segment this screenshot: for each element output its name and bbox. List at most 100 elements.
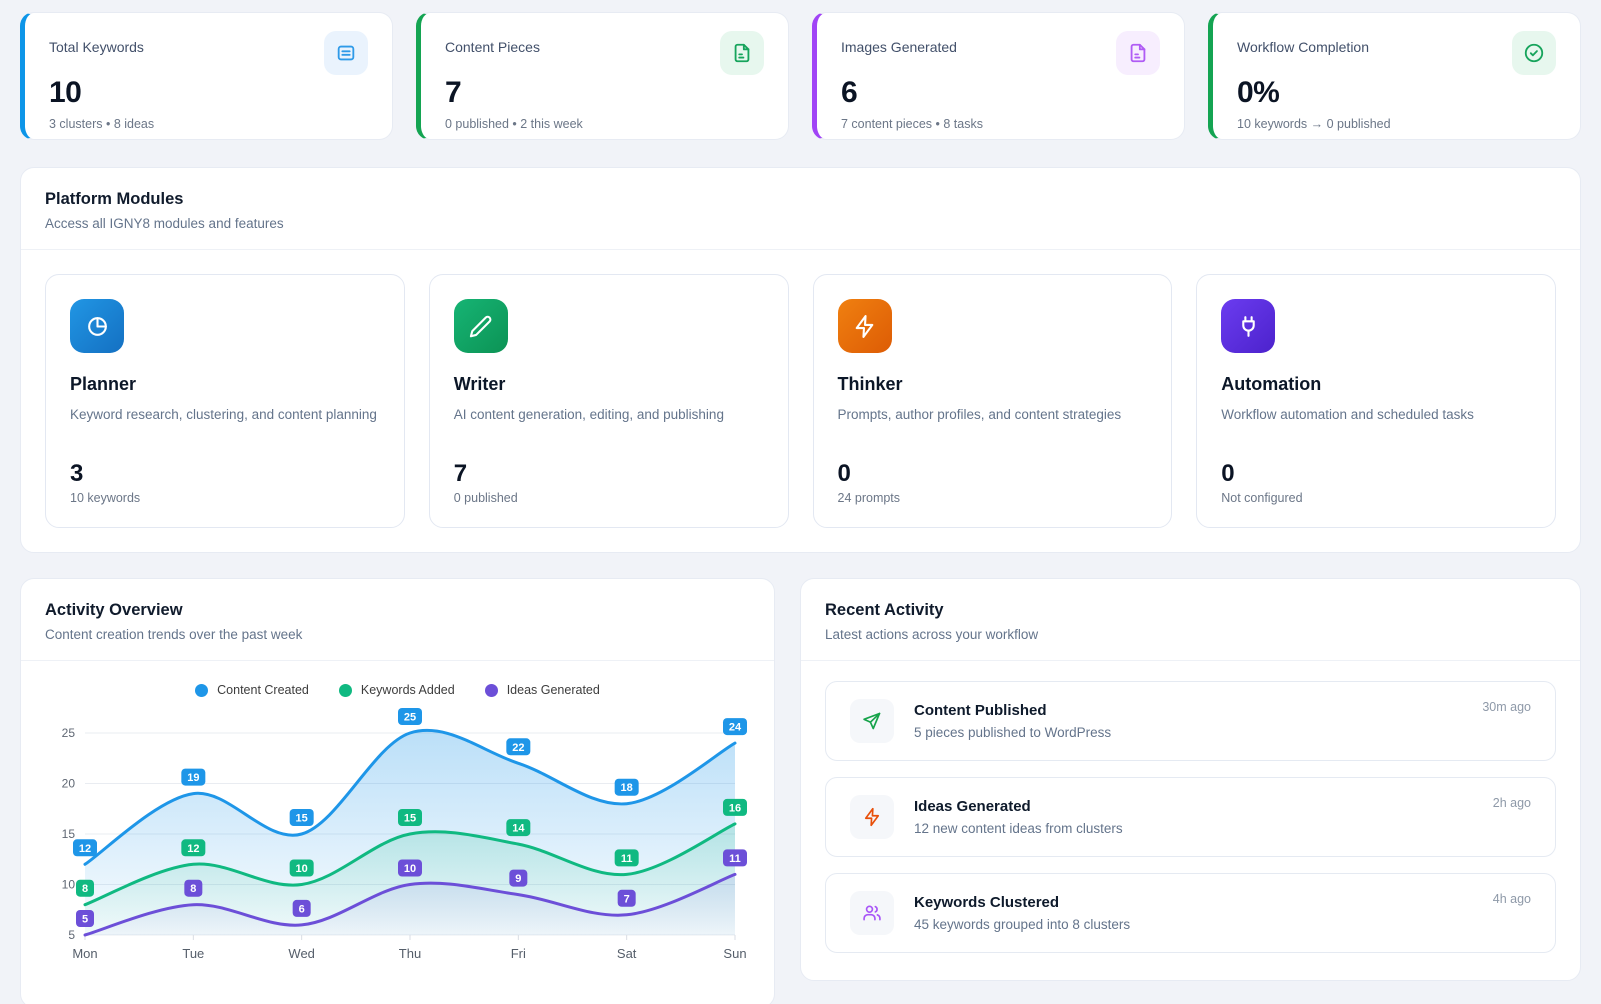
activity-item-content-published[interactable]: Content Published 5 pieces published to … (825, 681, 1556, 761)
module-description: Workflow automation and scheduled tasks (1221, 405, 1531, 447)
svg-text:7: 7 (624, 893, 630, 905)
stat-subtext: 3 clusters • 8 ideas (49, 117, 368, 131)
activity-item-ideas-generated[interactable]: Ideas Generated 12 new content ideas fro… (825, 777, 1556, 857)
legend-dot-icon (485, 684, 498, 697)
legend-item[interactable]: Content Created (195, 683, 309, 697)
svg-text:8: 8 (82, 883, 88, 895)
svg-text:10: 10 (404, 863, 416, 875)
stat-value: 0% (1237, 76, 1556, 110)
platform-modules-header: Platform Modules Access all IGNY8 module… (21, 168, 1580, 250)
module-title: Writer (454, 374, 764, 395)
module-subtext: 24 prompts (838, 491, 1148, 505)
stat-card-images-generated: Images Generated 6 7 content pieces • 8 … (812, 12, 1185, 140)
svg-text:24: 24 (729, 722, 742, 734)
svg-text:16: 16 (729, 802, 741, 814)
svg-text:Fri: Fri (511, 946, 526, 961)
legend-label: Content Created (217, 683, 309, 697)
stat-card-workflow-completion: Workflow Completion 0% 10 keywords → 0 p… (1208, 12, 1581, 140)
stat-subtext: 0 published • 2 this week (445, 117, 764, 131)
activity-description: 12 new content ideas from clusters (914, 821, 1493, 836)
pencil-icon (454, 299, 508, 353)
stat-label: Images Generated (841, 31, 957, 55)
legend-item[interactable]: Keywords Added (339, 683, 455, 697)
svg-text:10: 10 (62, 878, 76, 892)
module-card-automation[interactable]: Automation Workflow automation and sched… (1196, 274, 1556, 528)
activity-timestamp: 30m ago (1482, 698, 1531, 714)
module-subtext: Not configured (1221, 491, 1531, 505)
activity-title: Ideas Generated (914, 798, 1493, 815)
stat-label: Total Keywords (49, 31, 144, 55)
chart-legend: Content Created Keywords Added Ideas Gener… (45, 683, 750, 697)
stat-label: Workflow Completion (1237, 31, 1369, 55)
svg-text:25: 25 (62, 726, 76, 740)
stat-label: Content Pieces (445, 31, 540, 55)
activity-title: Keywords Clustered (914, 894, 1493, 911)
module-description: Prompts, author profiles, and content st… (838, 405, 1148, 447)
zap-icon (850, 795, 894, 839)
check-circle-icon (1512, 31, 1556, 75)
svg-text:9: 9 (515, 873, 521, 885)
module-card-thinker[interactable]: Thinker Prompts, author profiles, and co… (813, 274, 1173, 528)
stat-value: 10 (49, 76, 368, 110)
recent-activity-card: Recent Activity Latest actions across yo… (800, 578, 1581, 981)
activity-overview-card: Activity Overview Content creation trend… (20, 578, 775, 1004)
module-value: 7 (454, 460, 764, 488)
module-card-planner[interactable]: Planner Keyword research, clustering, an… (45, 274, 405, 528)
activity-timestamp: 4h ago (1493, 890, 1531, 906)
recent-activity-header: Recent Activity Latest actions across yo… (801, 579, 1580, 661)
stat-subtext: 10 keywords → 0 published (1237, 117, 1556, 131)
bottom-row: Activity Overview Content creation trend… (20, 578, 1581, 1004)
list-icon (324, 31, 368, 75)
svg-text:5: 5 (68, 928, 75, 942)
section-title: Recent Activity (825, 601, 1556, 620)
module-value: 3 (70, 460, 380, 488)
activity-list: Content Published 5 pieces published to … (801, 661, 1580, 977)
svg-text:Sun: Sun (723, 946, 746, 961)
send-icon (850, 699, 894, 743)
svg-text:Mon: Mon (72, 946, 97, 961)
stat-subtext: 7 content pieces • 8 tasks (841, 117, 1160, 131)
legend-label: Ideas Generated (507, 683, 600, 697)
svg-text:25: 25 (404, 712, 416, 724)
svg-text:6: 6 (299, 903, 305, 915)
svg-text:Sat: Sat (617, 946, 637, 961)
zap-icon (838, 299, 892, 353)
stats-row: Total Keywords 10 3 clusters • 8 ideas C… (20, 12, 1581, 140)
svg-text:10: 10 (296, 863, 308, 875)
module-title: Automation (1221, 374, 1531, 395)
file-text-icon (720, 31, 764, 75)
legend-dot-icon (339, 684, 352, 697)
legend-item[interactable]: Ideas Generated (485, 683, 600, 697)
activity-description: 5 pieces published to WordPress (914, 725, 1482, 740)
module-description: Keyword research, clustering, and conten… (70, 405, 380, 447)
stat-value: 6 (841, 76, 1160, 110)
activity-description: 45 keywords grouped into 8 clusters (914, 917, 1493, 932)
module-value: 0 (1221, 460, 1531, 488)
module-card-writer[interactable]: Writer AI content generation, editing, a… (429, 274, 789, 528)
module-value: 0 (838, 460, 1148, 488)
pie-chart-icon (70, 299, 124, 353)
svg-text:11: 11 (621, 853, 633, 865)
module-subtext: 10 keywords (70, 491, 380, 505)
module-title: Planner (70, 374, 380, 395)
legend-dot-icon (195, 684, 208, 697)
svg-text:Wed: Wed (288, 946, 315, 961)
activity-item-keywords-clustered[interactable]: Keywords Clustered 45 keywords grouped i… (825, 873, 1556, 953)
svg-text:15: 15 (404, 813, 416, 825)
module-description: AI content generation, editing, and publ… (454, 405, 764, 447)
svg-text:19: 19 (187, 772, 199, 784)
chart-body: Content Created Keywords Added Ideas Gener… (21, 661, 774, 974)
svg-text:15: 15 (296, 813, 308, 825)
svg-text:18: 18 (621, 782, 633, 794)
activity-overview-header: Activity Overview Content creation trend… (21, 579, 774, 661)
svg-text:14: 14 (512, 823, 525, 835)
svg-text:20: 20 (62, 777, 76, 791)
activity-title: Content Published (914, 702, 1482, 719)
stat-value: 7 (445, 76, 764, 110)
users-icon (850, 891, 894, 935)
section-subtitle: Latest actions across your workflow (825, 627, 1556, 642)
svg-text:22: 22 (512, 742, 524, 754)
svg-text:12: 12 (79, 843, 91, 855)
module-subtext: 0 published (454, 491, 764, 505)
activity-timestamp: 2h ago (1493, 794, 1531, 810)
